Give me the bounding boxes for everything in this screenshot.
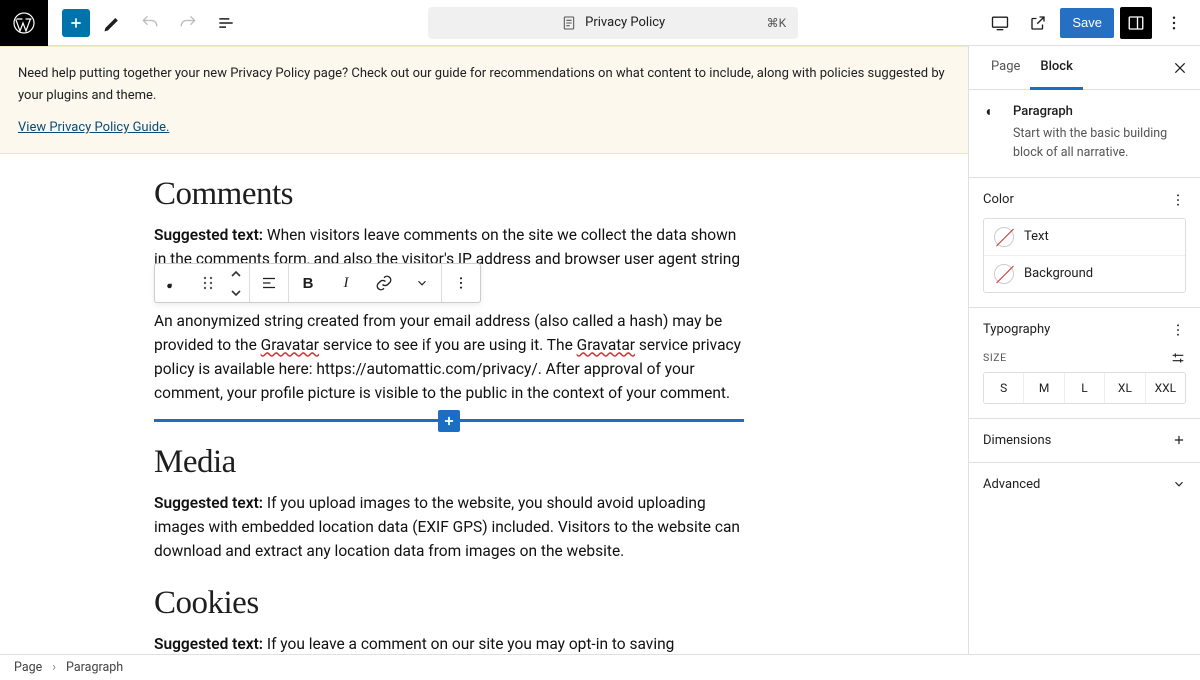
document-overview-button[interactable] — [210, 7, 242, 39]
size-settings-button[interactable] — [1170, 350, 1186, 366]
italic-button[interactable]: I — [327, 264, 365, 302]
drag-handle[interactable] — [193, 275, 223, 291]
panel-advanced[interactable]: Advanced — [969, 463, 1200, 506]
block-options-button[interactable] — [442, 264, 480, 302]
block-insertion-line[interactable] — [154, 419, 744, 422]
panel-dimensions[interactable]: Dimensions — [969, 419, 1200, 463]
chevron-right-icon: › — [52, 660, 56, 675]
editor-canvas[interactable]: Need help putting together your new Priv… — [0, 46, 968, 654]
more-rich-text-button[interactable] — [403, 264, 441, 302]
document-title-chip[interactable]: Privacy Policy ⌘K — [428, 7, 798, 39]
heading-media[interactable]: Media — [154, 444, 744, 481]
spellcheck-word: Gravatar — [261, 336, 319, 354]
plus-icon — [1172, 433, 1186, 447]
panel-color-title: Color — [983, 192, 1014, 207]
add-block-inline-button[interactable] — [438, 410, 460, 432]
heading-comments[interactable]: Comments — [154, 176, 744, 213]
external-view-button[interactable] — [1022, 7, 1054, 39]
document-title: Privacy Policy — [585, 15, 665, 30]
paragraph-block[interactable]: An anonymized string created from your e… — [154, 309, 744, 405]
heading-cookies[interactable]: Cookies — [154, 585, 744, 622]
move-up-button[interactable] — [223, 264, 249, 283]
block-toolbar: B I — [154, 263, 481, 303]
settings-sidebar: Page Block Paragraph Start with the basi… — [968, 46, 1200, 654]
crumb-paragraph[interactable]: Paragraph — [66, 660, 123, 675]
privacy-policy-notice: Need help putting together your new Priv… — [0, 46, 968, 154]
tab-block[interactable]: Block — [1030, 46, 1082, 90]
editor-topbar: Privacy Policy ⌘K Save — [0, 0, 1200, 46]
paragraph-icon — [983, 104, 1001, 163]
page-icon — [561, 15, 577, 31]
spellcheck-word: Gravatar — [577, 336, 635, 354]
save-button[interactable]: Save — [1060, 8, 1114, 38]
settings-toggle-button[interactable] — [1120, 7, 1152, 39]
size-xl[interactable]: XL — [1105, 373, 1145, 403]
paragraph-block[interactable]: Suggested text: If you upload images to … — [154, 491, 744, 563]
empty-swatch-icon — [994, 264, 1014, 284]
size-label: SIZE — [983, 351, 1007, 364]
tab-page[interactable]: Page — [981, 46, 1030, 90]
font-size-selector: S M L XL XXL — [983, 372, 1186, 404]
color-panel-options[interactable] — [1170, 192, 1186, 208]
notice-text: Need help putting together your new Priv… — [18, 63, 950, 107]
block-name: Paragraph — [1013, 104, 1186, 119]
link-button[interactable] — [365, 264, 403, 302]
editor-breadcrumb: Page › Paragraph — [0, 654, 1200, 680]
crumb-page[interactable]: Page — [14, 660, 42, 675]
size-m[interactable]: M — [1024, 373, 1064, 403]
tools-button[interactable] — [96, 7, 128, 39]
block-type-button[interactable] — [155, 264, 193, 302]
bold-button[interactable]: B — [289, 264, 327, 302]
redo-button[interactable] — [172, 7, 204, 39]
typography-panel-options[interactable] — [1170, 322, 1186, 338]
view-button[interactable] — [984, 7, 1016, 39]
command-shortcut: ⌘K — [767, 16, 787, 30]
move-down-button[interactable] — [223, 283, 249, 302]
size-s[interactable]: S — [984, 373, 1024, 403]
close-sidebar-button[interactable] — [1172, 60, 1188, 76]
block-inserter-button[interactable] — [62, 9, 90, 37]
privacy-guide-link[interactable]: View Privacy Policy Guide. — [18, 117, 169, 139]
color-text-row[interactable]: Text — [984, 219, 1185, 256]
wordpress-logo[interactable] — [0, 0, 48, 46]
undo-button[interactable] — [134, 7, 166, 39]
paragraph-block[interactable]: Suggested text: If you leave a comment o… — [154, 632, 744, 654]
color-background-row[interactable]: Background — [984, 256, 1185, 292]
size-l[interactable]: L — [1065, 373, 1105, 403]
options-button[interactable] — [1158, 7, 1190, 39]
panel-typography-title: Typography — [983, 322, 1050, 337]
align-button[interactable] — [250, 264, 288, 302]
chevron-down-icon — [1172, 477, 1186, 491]
empty-swatch-icon — [994, 227, 1014, 247]
size-xxl[interactable]: XXL — [1146, 373, 1185, 403]
block-description: Start with the basic building block of a… — [1013, 125, 1186, 163]
